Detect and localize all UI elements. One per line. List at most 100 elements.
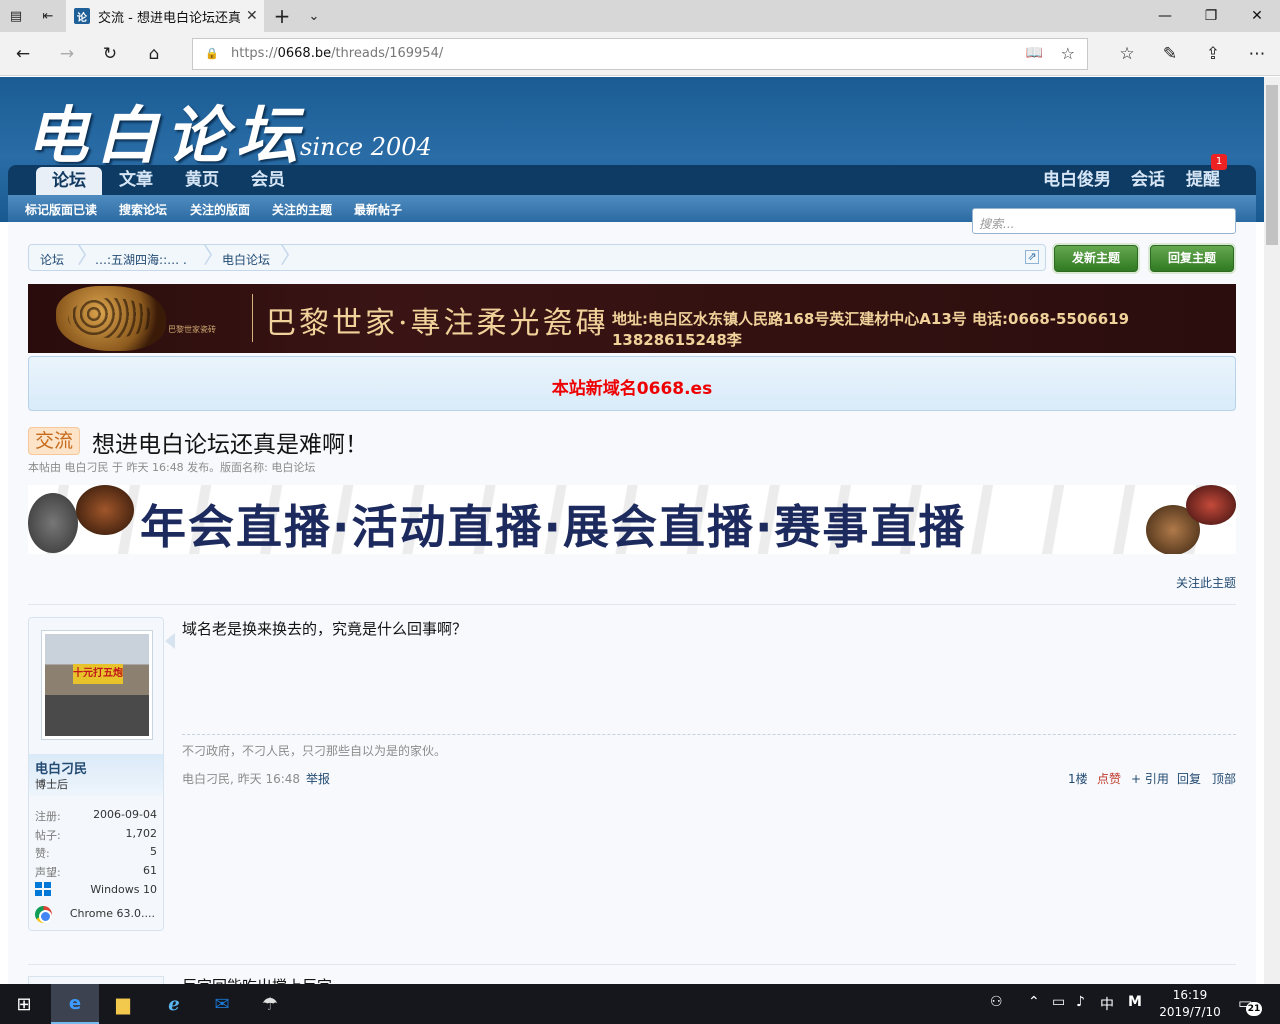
minimize-icon[interactable]: — xyxy=(1142,0,1188,32)
share-icon[interactable]: ⇪ xyxy=(1202,43,1224,65)
reply-thread-button[interactable]: 回复主题 xyxy=(1150,245,1234,272)
ad-banner-live[interactable]: 年会直播·活动直播·展会直播·赛事直播 xyxy=(28,485,1236,554)
tab-title: 交流 - 想进电白论坛还真是难啊！ xyxy=(98,10,240,26)
next-post-user-info xyxy=(28,976,164,984)
reply-link[interactable]: 回复 xyxy=(1177,770,1201,787)
breadcrumb-category[interactable]: …:五湖四海::… . xyxy=(95,251,187,268)
breadcrumb-forum[interactable]: 论坛 xyxy=(40,251,64,268)
tab-bar: ▤ ⇤ 论 交流 - 想进电白论坛还真是难啊！ ✕ + ⌄ — ❐ ✕ xyxy=(0,0,1280,32)
subnav-watched-threads[interactable]: 关注的主题 xyxy=(272,201,332,218)
nav-forum[interactable]: 论坛 xyxy=(36,167,102,195)
tab-manager-icon[interactable]: ▤ xyxy=(6,6,26,26)
divider xyxy=(28,964,1236,965)
reading-view-icon[interactable]: 📖 xyxy=(1026,45,1043,61)
ad-photo xyxy=(76,485,134,535)
site-logo[interactable]: 电白论坛 xyxy=(26,85,306,175)
nav-members[interactable]: 会员 xyxy=(251,165,285,195)
app-icon[interactable]: ☂ xyxy=(246,984,294,1024)
clock-date: 2019/7/10 xyxy=(1159,1005,1221,1019)
like-link[interactable]: 点赞 xyxy=(1097,770,1121,787)
address-bar[interactable]: 🔒 https://0668.be/threads/169954/ 📖 ☆ xyxy=(192,38,1088,70)
favorites-icon[interactable]: ☆ xyxy=(1116,43,1138,65)
ad-address: 地址:电白区水东镇人民路168号英汇建材中心A13号 电话:0668-55066… xyxy=(612,310,1130,349)
ad-live-text: 年会直播·活动直播·展会直播·赛事直播 xyxy=(140,500,967,554)
ad-headline: 巴黎世家·專注柔光瓷磚 xyxy=(266,306,609,341)
ad-divider xyxy=(252,294,253,342)
floor-number-link[interactable]: 1楼 xyxy=(1068,770,1088,787)
avatar[interactable]: 十元打五炮 xyxy=(41,630,153,740)
site-notice: 本站新域名0668.es xyxy=(28,356,1236,411)
main-nav: 论坛 文章 黄页 会员 电白俊男 会话 提醒 xyxy=(8,165,1256,195)
more-icon[interactable]: ⋯ xyxy=(1246,43,1268,65)
subnav-watched-forums[interactable]: 关注的版面 xyxy=(190,201,250,218)
breadcrumb: 论坛 〉 …:五湖四海::… . 〉 电白论坛 〉 ⇗ xyxy=(28,244,1046,271)
subnav-search-forums[interactable]: 搜索论坛 xyxy=(119,201,167,218)
outlook-icon[interactable]: ✉ xyxy=(198,984,246,1024)
thread-prefix-badge[interactable]: 交流 xyxy=(28,427,81,455)
edge-browser-icon[interactable]: e xyxy=(51,984,99,1024)
nav-yellow-pages[interactable]: 黄页 xyxy=(185,165,219,195)
alert-count-badge: 1 xyxy=(1211,154,1227,170)
ad-banner-tiles[interactable]: 巴黎世家瓷砖 巴黎世家·專注柔光瓷磚 地址:电白区水东镇人民路168号英汇建材中… xyxy=(28,284,1236,353)
web-page: 电白论坛 since 2004 论坛 文章 黄页 会员 电白俊男 会话 提醒 1… xyxy=(0,77,1264,984)
back-icon[interactable]: ← xyxy=(12,43,34,65)
thread-title: 想进电白论坛还真是难啊！ xyxy=(92,432,368,458)
tab-preview-chevron-icon[interactable]: ⌄ xyxy=(304,6,324,26)
forward-icon[interactable]: → xyxy=(56,43,78,65)
nav-articles[interactable]: 文章 xyxy=(119,165,153,195)
watch-thread-link[interactable]: 关注此主题 xyxy=(1176,574,1236,591)
ime-indicator[interactable]: 中 xyxy=(1100,994,1114,1014)
input-method-icon[interactable]: M xyxy=(1128,994,1142,1010)
notification-center-icon[interactable]: ▭ 21 xyxy=(1238,994,1262,1016)
clock-time: 16:19 xyxy=(1172,988,1208,1002)
new-tab-icon[interactable]: + xyxy=(272,4,292,28)
subnav-mark-read[interactable]: 标记版面已读 xyxy=(25,201,97,218)
taskbar: ⊞ e ▆ ℯ ✉ ☂ ⚇ ⌃ ▭ ♪ 中 M 16:19 2019/7/10 … xyxy=(0,984,1280,1024)
lock-icon: 🔒 xyxy=(205,47,219,60)
post-arrow xyxy=(165,633,175,649)
restore-icon[interactable]: ❐ xyxy=(1188,0,1234,32)
set-aside-tabs-icon[interactable]: ⇤ xyxy=(38,6,58,26)
breadcrumb-board[interactable]: 电白论坛 xyxy=(222,251,270,268)
quote-link[interactable]: + 引用 xyxy=(1131,770,1169,787)
volume-icon[interactable]: ♪ xyxy=(1076,994,1085,1010)
signature-divider xyxy=(182,734,1236,735)
avatar-sign-text: 十元打五炮 xyxy=(73,664,123,684)
breadcrumb-separator-icon: 〉 xyxy=(280,244,303,269)
breadcrumb-separator-icon: 〉 xyxy=(203,244,226,269)
post-username[interactable]: 电白刁民 xyxy=(35,758,87,777)
divider xyxy=(28,604,1236,605)
search-input[interactable]: 搜索... xyxy=(972,208,1236,234)
post-user-info: 十元打五炮 电白刁民 博士后 注册: 2006-09-04 帖子: 1,702 赞:… xyxy=(28,617,164,931)
user-name-band: 电白刁民 博士后 xyxy=(29,754,163,796)
file-explorer-icon[interactable]: ▆ xyxy=(99,984,147,1024)
breadcrumb-jump-icon[interactable]: ⇗ xyxy=(1025,250,1039,264)
site-favicon-icon: 论 xyxy=(74,8,90,24)
post-message: 域名老是换来换去的，究竟是什么回事啊？ xyxy=(182,620,468,638)
nav-conversations[interactable]: 会话 xyxy=(1131,165,1165,195)
post-meta: 电白刁民, 昨天 16:48 xyxy=(182,772,301,786)
show-hidden-icons-icon[interactable]: ⌃ xyxy=(1028,994,1040,1010)
nav-account[interactable]: 电白俊男 xyxy=(1043,165,1111,195)
web-notes-icon[interactable]: ✎ xyxy=(1159,43,1181,65)
home-icon[interactable]: ⌂ xyxy=(143,43,165,65)
close-window-icon[interactable]: ✕ xyxy=(1234,0,1280,32)
people-icon[interactable]: ⚇ xyxy=(990,994,1003,1010)
vertical-scrollbar[interactable] xyxy=(1264,77,1280,984)
new-thread-button[interactable]: 发新主题 xyxy=(1054,245,1138,272)
network-icon[interactable]: ▭ xyxy=(1052,994,1065,1010)
report-link[interactable]: 举报 xyxy=(306,770,330,787)
scrollbar-thumb[interactable] xyxy=(1266,85,1278,245)
favorite-star-icon[interactable]: ☆ xyxy=(1061,44,1075,63)
start-windows-icon[interactable]: ⊞ xyxy=(0,984,48,1024)
avatar-image: 十元打五炮 xyxy=(45,634,149,736)
close-tab-icon[interactable]: ✕ xyxy=(246,8,258,24)
refresh-icon[interactable]: ↻ xyxy=(99,43,121,65)
tab-active[interactable]: 论 交流 - 想进电白论坛还真是难啊！ ✕ xyxy=(66,0,264,32)
system-clock[interactable]: 16:19 2019/7/10 xyxy=(1150,987,1230,1021)
internet-explorer-icon[interactable]: ℯ xyxy=(150,984,198,1024)
top-link[interactable]: 顶部 xyxy=(1212,770,1236,787)
post-signature: 不刁政府，不刁人民，只刁那些自以为是的家伙。 xyxy=(182,744,447,758)
chrome-icon xyxy=(35,906,52,923)
subnav-new-posts[interactable]: 最新帖子 xyxy=(354,201,402,218)
